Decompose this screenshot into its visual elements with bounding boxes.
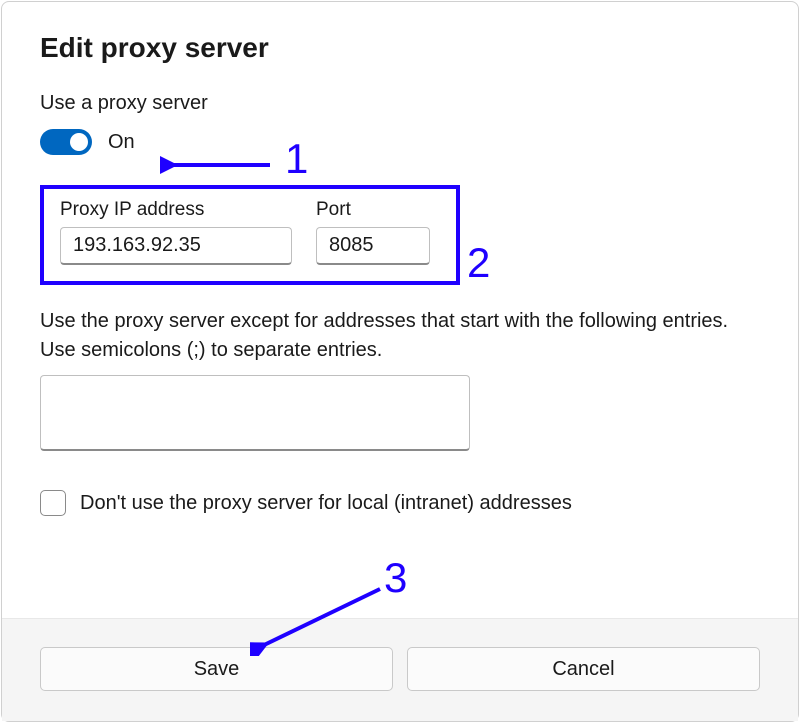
exceptions-input[interactable] (40, 375, 470, 451)
toggle-state-label: On (108, 131, 135, 154)
port-field-group: Port (316, 199, 430, 265)
exceptions-hint: Use the proxy server except for addresse… (40, 307, 760, 365)
proxy-toggle[interactable] (40, 129, 92, 155)
save-button[interactable]: Save (40, 647, 393, 691)
dialog-body: Edit proxy server Use a proxy server On … (2, 2, 798, 618)
local-bypass-label: Don't use the proxy server for local (in… (80, 492, 572, 515)
ip-label: Proxy IP address (60, 199, 292, 221)
port-label: Port (316, 199, 430, 221)
ip-port-highlight-box: Proxy IP address Port (40, 185, 460, 285)
ip-field-group: Proxy IP address (60, 199, 292, 265)
local-bypass-checkbox[interactable] (40, 490, 66, 516)
use-proxy-label: Use a proxy server (40, 92, 760, 115)
edit-proxy-dialog: Edit proxy server Use a proxy server On … (1, 1, 799, 722)
cancel-button[interactable]: Cancel (407, 647, 760, 691)
toggle-row: On (40, 129, 760, 155)
proxy-port-input[interactable] (316, 227, 430, 265)
dialog-title: Edit proxy server (40, 32, 760, 64)
proxy-ip-input[interactable] (60, 227, 292, 265)
local-bypass-row: Don't use the proxy server for local (in… (40, 490, 760, 516)
toggle-knob (70, 133, 88, 151)
dialog-footer: Save Cancel (2, 618, 798, 721)
